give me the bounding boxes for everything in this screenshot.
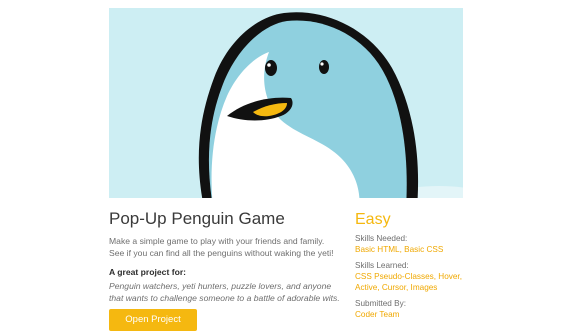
submitter-link[interactable]: Coder Team [355,310,399,319]
project-info: Pop-Up Penguin Game Make a simple game t… [109,209,341,304]
skill-link-active[interactable]: Active [355,283,377,292]
difficulty-level: Easy [355,211,391,228]
great-for-label: A great project for: [109,267,187,277]
project-details: Easy Skills Needed: Basic HTML, Basic CS… [355,211,470,325]
open-project-button[interactable]: Open Project [109,309,197,331]
skill-link-basic-html[interactable]: Basic HTML [355,245,400,254]
skill-link-cursor[interactable]: Cursor [382,283,406,292]
submitted-by-value: Coder Team [355,309,470,320]
skill-link-hover[interactable]: Hover [438,272,459,281]
project-description: Make a simple game to play with your fri… [109,236,334,258]
skills-learned-list: CSS Pseudo-Classes, Hover, Active, Cursor… [355,272,462,292]
submitted-by-label: Submitted By: [355,299,406,308]
project-card: Pop-Up Penguin Game Make a simple game t… [0,0,575,336]
project-title: Pop-Up Penguin Game [109,209,285,228]
skills-needed-list: Basic HTML, Basic CSS [355,245,444,254]
skill-link-basic-css[interactable]: Basic CSS [404,245,443,254]
great-for-text: Penguin watchers, yeti hunters, puzzle l… [109,281,340,303]
skills-learned-label: Skills Learned: [355,261,409,270]
skills-needed-label: Skills Needed: [355,234,408,243]
skill-link-css-pseudo-classes[interactable]: CSS Pseudo-Classes [355,272,434,281]
penguin-illustration [109,8,463,198]
skill-link-images[interactable]: Images [411,283,438,292]
